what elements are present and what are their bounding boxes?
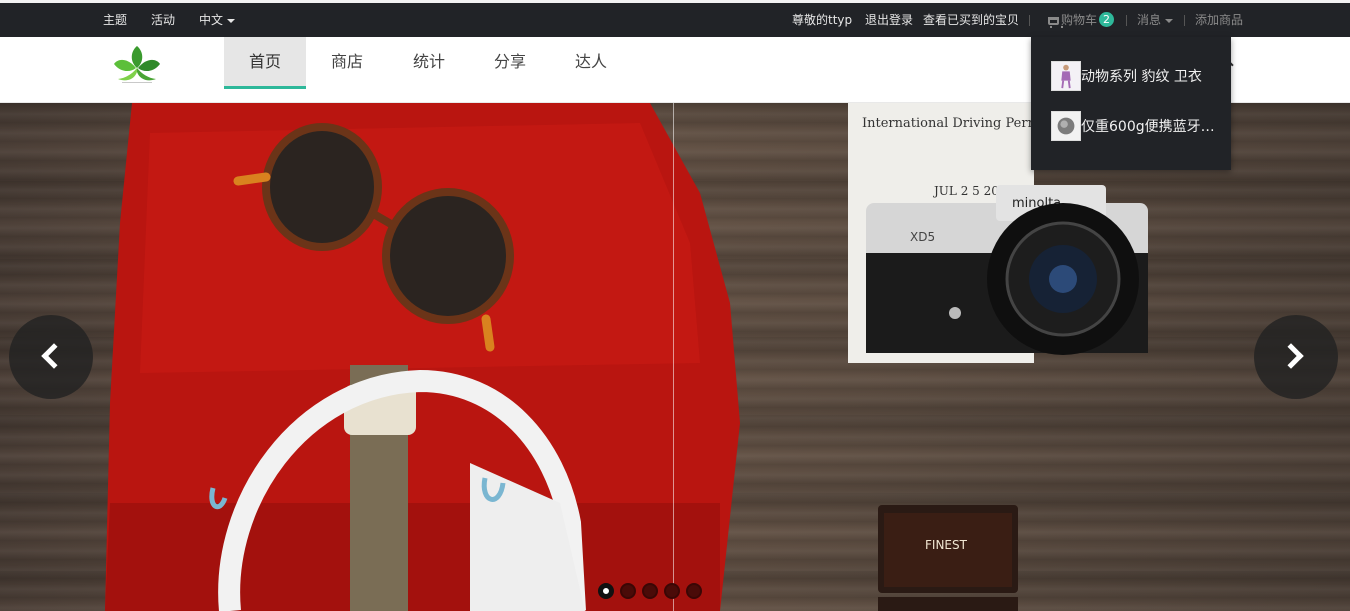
carousel-dot[interactable]: [686, 583, 702, 599]
carousel-indicators: [598, 583, 708, 601]
chevron-right-icon: [1278, 343, 1304, 369]
nav-tab-store[interactable]: 商店: [306, 37, 388, 89]
carousel-dot[interactable]: [598, 583, 614, 599]
cart-icon: [1048, 17, 1063, 28]
hero-carousel: International Driving Permi JUL 2 5 2014…: [0, 103, 1350, 611]
cart-item-title: 仅重600g便携蓝牙音箱: [1081, 119, 1226, 135]
language-selector[interactable]: 中文: [199, 3, 236, 37]
chevron-left-icon: [41, 343, 67, 369]
svg-text:FINEST: FINEST: [925, 538, 968, 552]
divider: [1126, 15, 1127, 26]
carousel-next-button[interactable]: [1254, 315, 1338, 399]
carousel-dot[interactable]: [664, 583, 680, 599]
nav-tab-home[interactable]: 首页: [224, 37, 306, 89]
cart-label: 购物车: [1061, 13, 1098, 27]
clothing-thumbnail-icon: [1051, 61, 1081, 91]
nav-tab-share[interactable]: 分享: [470, 37, 550, 89]
carousel-dot[interactable]: [620, 583, 636, 599]
cart-dropdown-item[interactable]: 仅重600g便携蓝牙音箱: [1051, 111, 1226, 143]
cart-dropdown-item[interactable]: 动物系列 豹纹 卫衣: [1051, 61, 1226, 93]
speaker-thumbnail-icon: [1051, 111, 1081, 141]
logout-link[interactable]: 退出登录: [865, 3, 913, 37]
cart-link[interactable]: 购物车 2: [1048, 3, 1115, 37]
nav-tab-statistics[interactable]: 统计: [388, 37, 470, 89]
svg-text:XD5: XD5: [910, 230, 935, 244]
carousel-dot[interactable]: [642, 583, 658, 599]
add-product-link[interactable]: 添加商品: [1195, 3, 1243, 37]
chevron-down-icon: [227, 18, 236, 23]
language-label: 中文: [199, 13, 224, 27]
topbar-link-activity[interactable]: 活动: [151, 3, 175, 37]
leaf-logo-icon[interactable]: [112, 42, 162, 84]
slide-divider: [673, 103, 674, 611]
slide-image: International Driving Permi JUL 2 5 2014…: [105, 103, 1148, 611]
top-bar: 主题 活动 中文 尊敬的ttyp 退出登录 查看已买到的宝贝 购物车 2 消息 添…: [0, 0, 1350, 37]
messages-label: 消息: [1137, 13, 1162, 27]
carousel-prev-button[interactable]: [9, 315, 93, 399]
cart-item-title: 动物系列 豹纹 卫衣: [1081, 69, 1202, 85]
divider: [1029, 15, 1030, 26]
cart-count-badge: 2: [1099, 12, 1115, 27]
chevron-down-icon: [1165, 18, 1174, 23]
divider: [1184, 15, 1185, 26]
purchased-items-link[interactable]: 查看已买到的宝贝: [923, 3, 1019, 37]
cart-dropdown: 动物系列 豹纹 卫衣 仅重600g便携蓝牙音箱: [1031, 37, 1231, 170]
messages-menu[interactable]: 消息: [1137, 3, 1174, 37]
topbar-link-theme[interactable]: 主题: [103, 3, 127, 37]
nav-tab-experts[interactable]: 达人: [550, 37, 632, 89]
svg-text:International Driving Permi: International Driving Permi: [862, 116, 1044, 131]
user-greeting[interactable]: 尊敬的ttyp: [792, 3, 852, 37]
